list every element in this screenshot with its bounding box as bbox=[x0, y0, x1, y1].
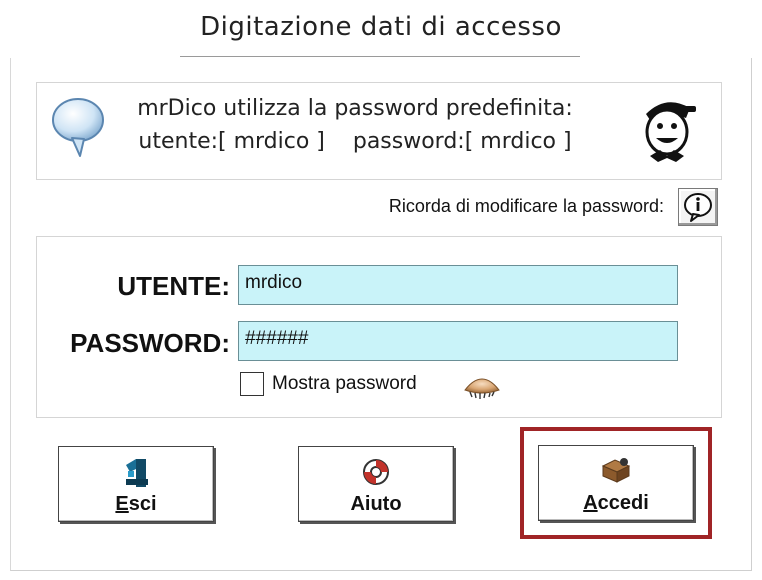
info-button[interactable] bbox=[678, 188, 718, 226]
show-password-label[interactable]: Mostra password bbox=[272, 373, 417, 395]
login-button[interactable]: Accedi bbox=[538, 445, 694, 521]
speech-bubble-icon bbox=[50, 96, 106, 162]
help-button[interactable]: Aiuto bbox=[298, 446, 454, 522]
info-line-2: utente:[ mrdico ] password:[ mrdico ] bbox=[138, 129, 572, 154]
exit-button[interactable]: Esci bbox=[58, 446, 214, 522]
user-input[interactable]: mrdico bbox=[238, 265, 678, 305]
info-icon bbox=[684, 193, 712, 222]
password-input[interactable]: ###### bbox=[238, 321, 678, 361]
title-divider bbox=[180, 56, 580, 57]
info-line-1: mrDico utilizza la password predefinita: bbox=[137, 96, 573, 121]
lifebuoy-icon bbox=[361, 457, 391, 493]
login-button-label: Accedi bbox=[583, 492, 649, 514]
eye-icon[interactable] bbox=[462, 370, 502, 404]
reminder-label: Ricorda di modificare la password: bbox=[388, 196, 664, 216]
dialog-title: Digitazione dati di accesso bbox=[200, 12, 562, 42]
show-password-checkbox[interactable] bbox=[240, 372, 264, 396]
mascot-face-icon bbox=[636, 94, 700, 168]
user-label: UTENTE: bbox=[117, 271, 230, 301]
password-label: PASSWORD: bbox=[70, 328, 230, 358]
login-key-icon bbox=[599, 456, 633, 492]
exit-icon bbox=[122, 457, 150, 495]
help-button-label: Aiuto bbox=[350, 493, 402, 515]
exit-button-label: Esci bbox=[115, 493, 157, 515]
